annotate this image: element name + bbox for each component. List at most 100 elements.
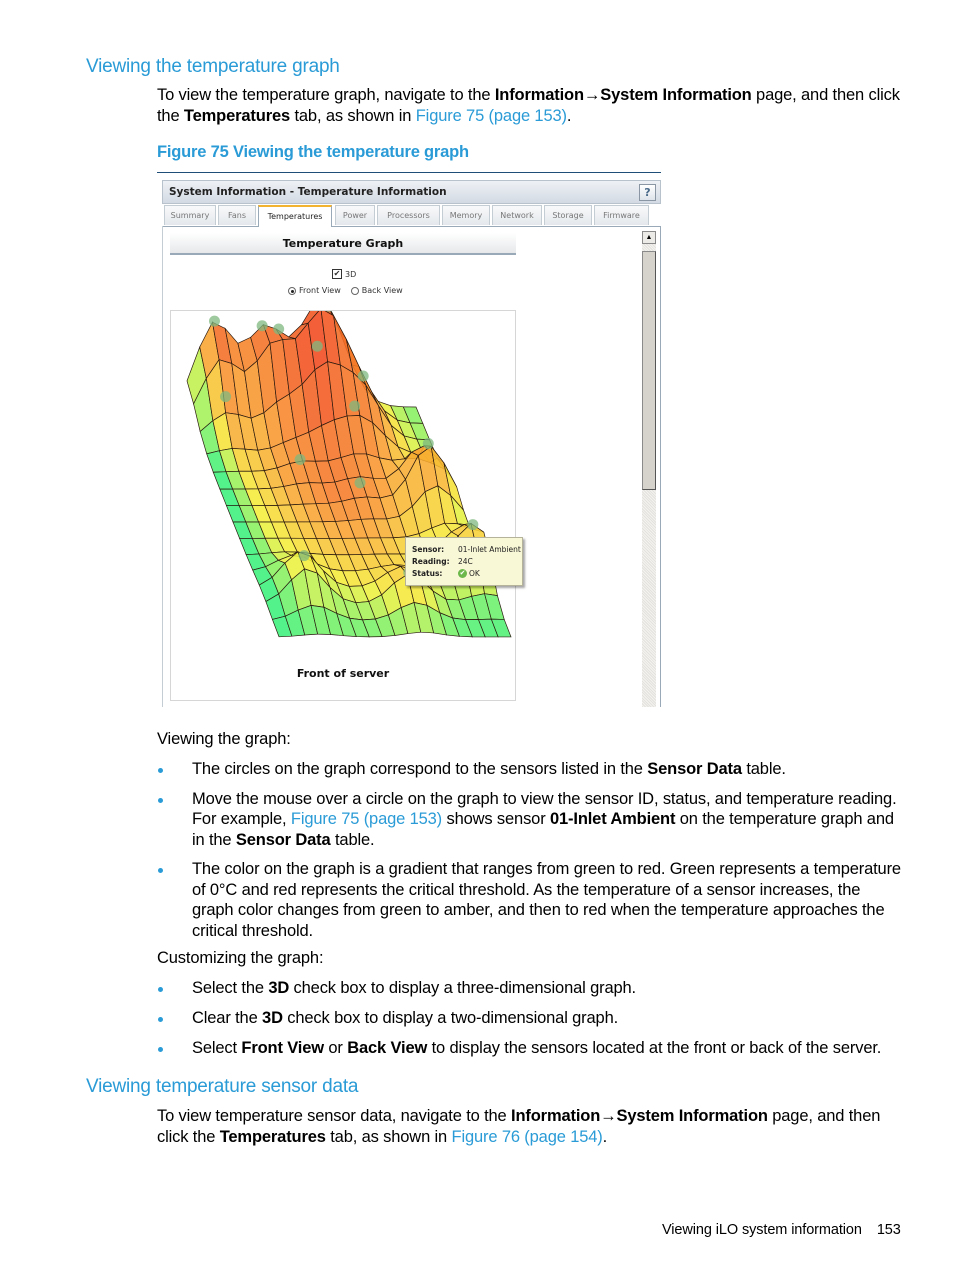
3d-checkbox[interactable]: ✔ xyxy=(332,269,342,279)
bullet-icon xyxy=(158,868,163,873)
text: . xyxy=(566,106,572,125)
list-item: The color on the graph is a gradient tha… xyxy=(157,859,902,941)
sensor-marker[interactable] xyxy=(220,391,232,403)
front-view-label: Front View xyxy=(299,286,341,295)
frame-border xyxy=(162,226,163,707)
help-icon[interactable]: ? xyxy=(639,184,656,201)
surface-mesh xyxy=(186,311,512,638)
bold-term: Back View xyxy=(347,1039,428,1057)
tooltip-reading-label: Reading: xyxy=(412,556,450,566)
sensor-marker[interactable] xyxy=(273,323,285,335)
text: check box to display a three-dimensional… xyxy=(289,979,637,997)
customizing-graph-list: Select the 3D check box to display a thr… xyxy=(157,978,902,1059)
window-title: System Information - Temperature Informa… xyxy=(169,186,447,198)
text: To view the temperature graph, navigate … xyxy=(157,86,495,104)
footer-section-title: Viewing iLO system information xyxy=(662,1222,862,1238)
figure-screenshot: System Information - Temperature Informa… xyxy=(162,176,661,707)
tab-summary[interactable]: Summary xyxy=(164,205,216,225)
bullet-icon xyxy=(158,797,163,803)
viewing-graph-intro: Viewing the graph: xyxy=(157,730,291,748)
3d-label: 3D xyxy=(345,269,357,279)
arrow-icon: → xyxy=(600,1107,617,1125)
tab-temperatures[interactable]: Temperatures xyxy=(258,205,332,227)
front-view-radio[interactable] xyxy=(288,286,296,295)
menu-system-information: System Information xyxy=(616,1107,768,1125)
tooltip-sensor-value: 01-Inlet Ambient xyxy=(458,544,521,554)
bold-term: 01-Inlet Ambient xyxy=(549,810,676,828)
sensor-marker[interactable] xyxy=(311,340,323,352)
tab-firmware[interactable]: Firmware xyxy=(594,205,649,225)
tab-processors[interactable]: Processors xyxy=(377,205,440,225)
bullet-icon xyxy=(158,1047,163,1052)
bullet-icon xyxy=(158,987,163,992)
back-view-label: Back View xyxy=(361,286,403,295)
scrollbar-thumb[interactable] xyxy=(642,251,656,490)
figure-link[interactable]: Figure 75 (page 153) xyxy=(416,107,567,125)
arrow-icon: → xyxy=(583,86,601,104)
sensor-tooltip: Sensor: 01-Inlet Ambient Reading: 24C Stat… xyxy=(405,537,523,586)
tooltip-status-value: OK xyxy=(469,568,480,578)
tab-bar: Summary Fans Temperatures Power Processo… xyxy=(162,205,661,227)
page-footer: Viewing iLO system information 153 xyxy=(662,1222,901,1238)
text: to display the sensors located at the fr… xyxy=(427,1039,882,1057)
tab-power[interactable]: Power xyxy=(335,205,375,225)
option-3d[interactable]: ✔ 3D xyxy=(332,269,356,279)
text: The color on the graph is a gradient tha… xyxy=(192,860,901,940)
sensor-marker[interactable] xyxy=(256,320,268,332)
window-title-bar: System Information - Temperature Informa… xyxy=(162,180,661,204)
panel-title: Temperature Graph xyxy=(170,233,516,255)
sensor-marker[interactable] xyxy=(349,400,361,412)
customizing-graph-intro: Customizing the graph: xyxy=(157,949,324,967)
tab-storage[interactable]: Storage xyxy=(544,205,592,225)
sensor-marker[interactable] xyxy=(208,315,220,327)
list-item: Move the mouse over a circle on the grap… xyxy=(157,789,902,851)
sensor-marker[interactable] xyxy=(467,519,479,531)
intro-paragraph: To view the temperature graph, navigate … xyxy=(157,85,902,126)
text: tab, as shown in xyxy=(325,1127,452,1146)
temperature-graph: Front of server xyxy=(170,310,516,701)
tab-memory[interactable]: Memory xyxy=(442,205,490,225)
view-radio-group: Front View Back View xyxy=(288,286,403,295)
scroll-up-arrow-icon[interactable]: ▲ xyxy=(642,231,656,244)
tab-fans[interactable]: Fans xyxy=(218,205,256,225)
sensor-marker[interactable] xyxy=(298,550,310,562)
figure-link[interactable]: Figure 75 (page 153) xyxy=(291,810,442,828)
bold-term: Sensor Data xyxy=(235,830,331,849)
bold-term: Sensor Data xyxy=(647,760,742,778)
bullet-icon xyxy=(158,768,163,773)
menu-system-information: System Information xyxy=(600,86,752,104)
tab-name-temperatures: Temperatures xyxy=(219,1127,326,1146)
text: To view temperature sensor data, navigat… xyxy=(157,1107,512,1125)
text: Select the xyxy=(192,979,269,997)
temperature-surface xyxy=(186,311,512,638)
text: check box to display a two-dimensional g… xyxy=(282,1009,619,1027)
back-view-radio[interactable] xyxy=(350,286,359,295)
figure-link[interactable]: Figure 76 (page 154) xyxy=(452,1128,603,1146)
vertical-scrollbar[interactable]: ▲ xyxy=(642,231,656,707)
bold-term: Front View xyxy=(241,1039,324,1057)
tooltip-reading-value: 24C xyxy=(458,556,473,566)
text: The circles on the graph correspond to t… xyxy=(192,760,648,778)
list-item: The circles on the graph correspond to t… xyxy=(157,759,902,780)
section-heading-sensor-data: Viewing temperature sensor data xyxy=(86,1076,359,1097)
figure-rule xyxy=(157,172,661,173)
text: or xyxy=(323,1039,348,1057)
tab-network[interactable]: Network xyxy=(492,205,542,225)
section-heading-temperature-graph: Viewing the temperature graph xyxy=(86,56,340,77)
bold-term: 3D xyxy=(268,979,290,997)
frame-border xyxy=(660,226,661,707)
tooltip-sensor-label: Sensor: xyxy=(412,544,445,554)
menu-information: Information xyxy=(511,1107,601,1125)
sensor-marker[interactable] xyxy=(357,370,369,382)
sensor-data-intro: To view temperature sensor data, navigat… xyxy=(157,1106,902,1147)
text: tab, as shown in xyxy=(290,106,416,125)
sensor-marker[interactable] xyxy=(354,477,366,489)
sensor-marker[interactable] xyxy=(422,438,434,450)
sensor-marker[interactable] xyxy=(294,453,306,465)
graph-caption: Front of server xyxy=(296,667,390,680)
bullet-icon xyxy=(158,1017,163,1022)
bold-term: 3D xyxy=(262,1009,283,1027)
tab-name-temperatures: Temperatures xyxy=(183,106,291,125)
text: table. xyxy=(741,760,786,778)
figure-caption: Figure 75 Viewing the temperature graph xyxy=(157,143,469,161)
